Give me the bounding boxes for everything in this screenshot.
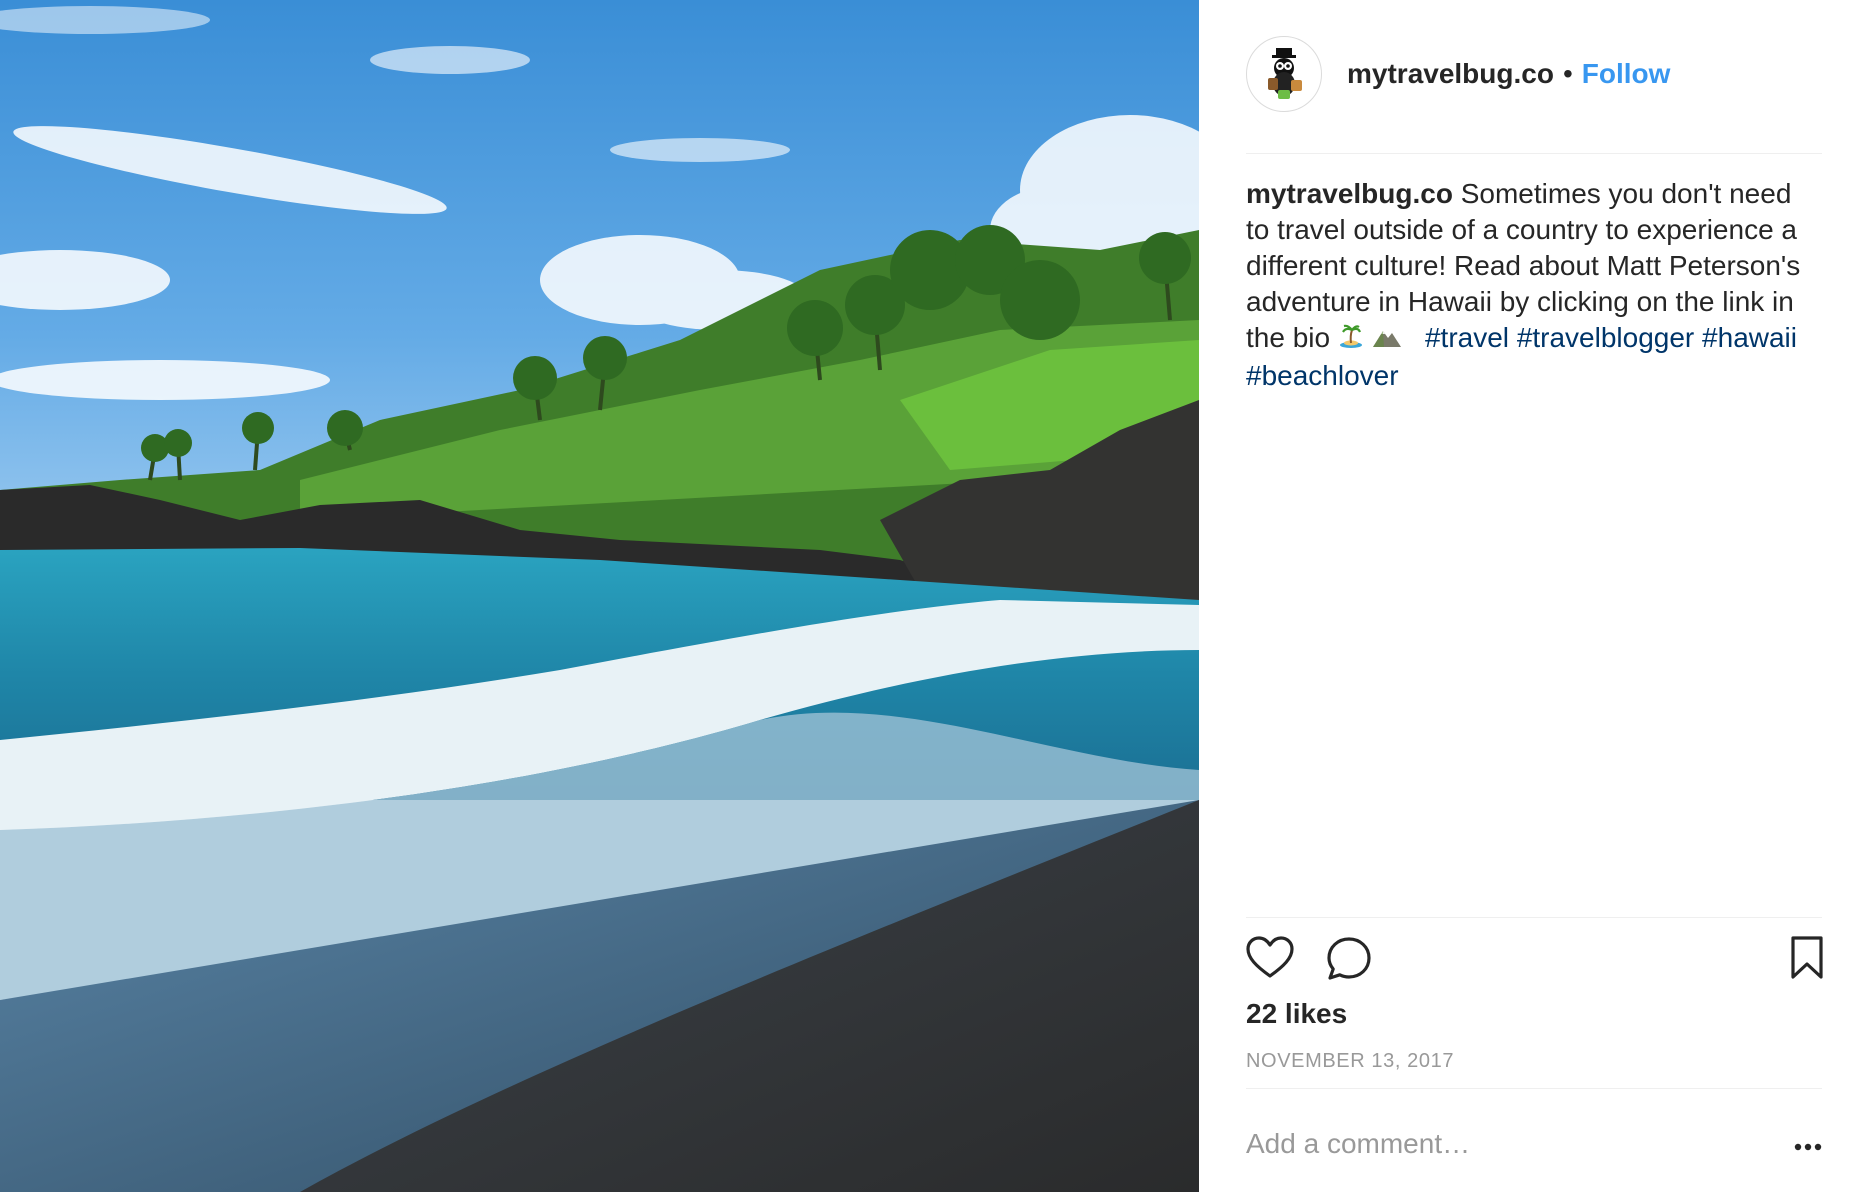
hashtag-travelblogger[interactable]: #travelblogger	[1517, 322, 1694, 353]
hashtag-hawaii[interactable]: #hawaii	[1702, 322, 1797, 353]
comment-box	[1246, 1124, 1822, 1168]
beach-photo	[0, 0, 1199, 1192]
hashtag-travel[interactable]: #travel	[1425, 322, 1509, 353]
hashtag-beachlover[interactable]: #beachlover	[1246, 360, 1399, 391]
comment-input[interactable]	[1246, 1124, 1746, 1164]
bookmark-icon[interactable]	[1790, 936, 1824, 985]
desert-island-icon	[1338, 322, 1364, 358]
separator-dot: •	[1562, 58, 1573, 89]
header-username[interactable]: mytravelbug.co	[1347, 58, 1554, 90]
caption-username[interactable]: mytravelbug.co	[1246, 178, 1453, 209]
likes-count[interactable]: 22 likes	[1246, 998, 1347, 1030]
post-date: NOVEMBER 13, 2017	[1246, 1050, 1455, 1072]
comment-divider	[1246, 1088, 1822, 1089]
post-side-panel: mytravelbug.co • Follow mytravelbug.co S…	[1199, 0, 1868, 1192]
mountain-icon	[1372, 322, 1402, 358]
comment-bubble-icon[interactable]	[1326, 936, 1372, 987]
post-actions	[1246, 936, 1823, 980]
heart-icon[interactable]	[1246, 936, 1294, 985]
more-options-icon[interactable]	[1794, 1138, 1822, 1156]
post-header: mytravelbug.co • Follow	[1246, 34, 1822, 114]
header-divider	[1246, 153, 1822, 154]
avatar[interactable]	[1246, 36, 1322, 112]
follow-button[interactable]: Follow	[1582, 58, 1671, 90]
actions-divider	[1246, 917, 1822, 918]
post-caption: mytravelbug.co Sometimes you don't need …	[1246, 176, 1822, 394]
post-photo[interactable]	[0, 0, 1199, 1192]
travel-bug-logo-icon	[1268, 48, 1302, 99]
